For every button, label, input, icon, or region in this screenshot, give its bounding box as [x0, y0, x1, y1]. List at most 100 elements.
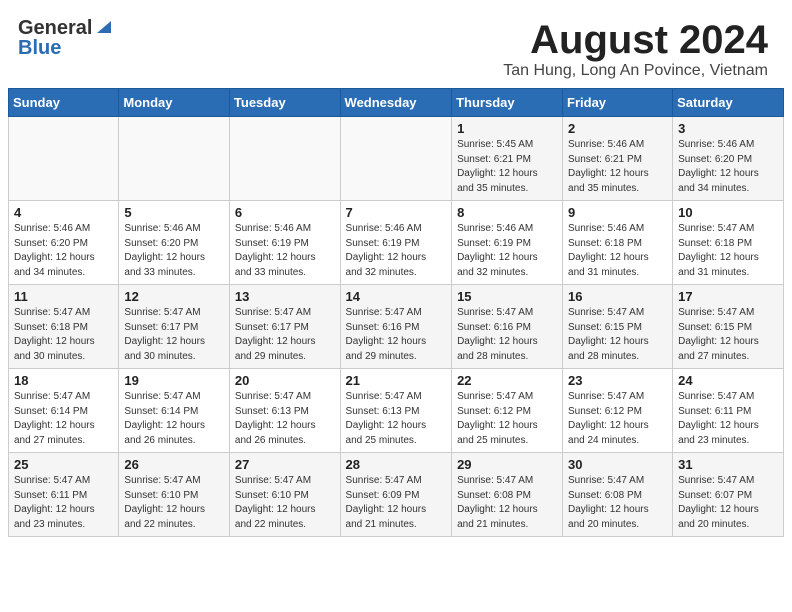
day-header-tuesday: Tuesday	[229, 89, 340, 117]
day-number: 8	[457, 205, 557, 220]
day-detail: Sunrise: 5:46 AM Sunset: 6:18 PM Dayligh…	[568, 222, 667, 280]
day-detail: Sunrise: 5:47 AM Sunset: 6:10 PM Dayligh…	[124, 474, 224, 532]
day-header-friday: Friday	[563, 89, 673, 117]
calendar-cell: 24 Sunrise: 5:47 AM Sunset: 6:11 PM Dayli…	[673, 369, 784, 453]
calendar-cell: 6 Sunrise: 5:46 AM Sunset: 6:19 PM Daylig…	[229, 201, 340, 285]
day-detail: Sunrise: 5:46 AM Sunset: 6:21 PM Dayligh…	[568, 138, 667, 196]
day-number: 10	[678, 205, 778, 220]
day-number: 6	[235, 205, 335, 220]
calendar-location: Tan Hung, Long An Povince, Vietnam	[503, 62, 768, 80]
day-detail: Sunrise: 5:47 AM Sunset: 6:09 PM Dayligh…	[346, 474, 447, 532]
calendar-cell: 3 Sunrise: 5:46 AM Sunset: 6:20 PM Daylig…	[673, 117, 784, 201]
calendar-cell: 25Sunrise: 5:47 AM Sunset: 6:11 PM Dayli…	[9, 453, 119, 537]
day-number: 5	[124, 205, 224, 220]
calendar-cell: 19Sunrise: 5:47 AM Sunset: 6:14 PM Dayli…	[119, 369, 230, 453]
calendar-cell: 7 Sunrise: 5:46 AM Sunset: 6:19 PM Daylig…	[340, 201, 452, 285]
calendar-cell: 12 Sunrise: 5:47 AM Sunset: 6:17 PM Dayli…	[119, 285, 230, 369]
day-number: 20	[235, 373, 335, 388]
day-number: 16	[568, 289, 667, 304]
day-number: 24	[678, 373, 778, 388]
day-header-wednesday: Wednesday	[340, 89, 452, 117]
day-number: 23	[568, 373, 667, 388]
day-number: 19	[124, 373, 224, 388]
day-detail: Sunrise: 5:47 AM Sunset: 6:08 PM Dayligh…	[568, 474, 667, 532]
calendar-header: SundayMondayTuesdayWednesdayThursdayFrid…	[9, 89, 784, 117]
day-number: 14	[346, 289, 447, 304]
day-detail: Sunrise: 5:47 AM Sunset: 6:17 PM Dayligh…	[124, 306, 224, 364]
calendar-week-row: 1 Sunrise: 5:45 AM Sunset: 6:21 PM Daylig…	[9, 117, 784, 201]
day-detail: Sunrise: 5:47 AM Sunset: 6:13 PM Dayligh…	[235, 390, 335, 448]
logo-blue-text: Blue	[18, 38, 61, 58]
day-detail: Sunrise: 5:45 AM Sunset: 6:21 PM Dayligh…	[457, 138, 557, 196]
day-detail: Sunrise: 5:46 AM Sunset: 6:19 PM Dayligh…	[235, 222, 335, 280]
day-number: 3	[678, 121, 778, 136]
day-number: 30	[568, 457, 667, 472]
day-detail: Sunrise: 5:47 AM Sunset: 6:16 PM Dayligh…	[457, 306, 557, 364]
day-detail: Sunrise: 5:47 AM Sunset: 6:14 PM Dayligh…	[14, 390, 113, 448]
page-header: General Blue August 2024 Tan Hung, Long …	[0, 0, 792, 88]
day-detail: Sunrise: 5:46 AM Sunset: 6:20 PM Dayligh…	[678, 138, 778, 196]
day-number: 28	[346, 457, 447, 472]
day-detail: Sunrise: 5:46 AM Sunset: 6:20 PM Dayligh…	[124, 222, 224, 280]
day-number: 18	[14, 373, 113, 388]
day-detail: Sunrise: 5:47 AM Sunset: 6:12 PM Dayligh…	[568, 390, 667, 448]
calendar-cell: 31Sunrise: 5:47 AM Sunset: 6:07 PM Dayli…	[673, 453, 784, 537]
calendar-table: SundayMondayTuesdayWednesdayThursdayFrid…	[8, 88, 784, 537]
day-detail: Sunrise: 5:47 AM Sunset: 6:08 PM Dayligh…	[457, 474, 557, 532]
day-number: 13	[235, 289, 335, 304]
calendar-cell: 17 Sunrise: 5:47 AM Sunset: 6:15 PM Dayli…	[673, 285, 784, 369]
day-detail: Sunrise: 5:47 AM Sunset: 6:13 PM Dayligh…	[346, 390, 447, 448]
logo-triangle-icon	[95, 17, 113, 35]
day-detail: Sunrise: 5:47 AM Sunset: 6:12 PM Dayligh…	[457, 390, 557, 448]
calendar-cell	[9, 117, 119, 201]
day-number: 7	[346, 205, 447, 220]
calendar-cell: 15Sunrise: 5:47 AM Sunset: 6:16 PM Dayli…	[452, 285, 563, 369]
day-header-monday: Monday	[119, 89, 230, 117]
day-detail: Sunrise: 5:47 AM Sunset: 6:10 PM Dayligh…	[235, 474, 335, 532]
day-number: 1	[457, 121, 557, 136]
calendar-cell: 30 Sunrise: 5:47 AM Sunset: 6:08 PM Dayli…	[563, 453, 673, 537]
calendar-week-row: 25Sunrise: 5:47 AM Sunset: 6:11 PM Dayli…	[9, 453, 784, 537]
day-number: 12	[124, 289, 224, 304]
calendar-title: August 2024	[503, 18, 768, 62]
day-number: 2	[568, 121, 667, 136]
logo: General Blue	[18, 18, 113, 58]
day-number: 17	[678, 289, 778, 304]
day-detail: Sunrise: 5:46 AM Sunset: 6:20 PM Dayligh…	[14, 222, 113, 280]
calendar-cell: 27 Sunrise: 5:47 AM Sunset: 6:10 PM Dayli…	[229, 453, 340, 537]
logo-general-text: General	[18, 18, 92, 38]
day-header-sunday: Sunday	[9, 89, 119, 117]
day-header-row: SundayMondayTuesdayWednesdayThursdayFrid…	[9, 89, 784, 117]
day-number: 27	[235, 457, 335, 472]
calendar-cell: 5 Sunrise: 5:46 AM Sunset: 6:20 PM Daylig…	[119, 201, 230, 285]
day-header-saturday: Saturday	[673, 89, 784, 117]
calendar-cell: 4 Sunrise: 5:46 AM Sunset: 6:20 PM Daylig…	[9, 201, 119, 285]
calendar-week-row: 4 Sunrise: 5:46 AM Sunset: 6:20 PM Daylig…	[9, 201, 784, 285]
calendar-cell: 14Sunrise: 5:47 AM Sunset: 6:16 PM Dayli…	[340, 285, 452, 369]
title-block: August 2024 Tan Hung, Long An Povince, V…	[503, 18, 768, 80]
calendar-cell: 13Sunrise: 5:47 AM Sunset: 6:17 PM Dayli…	[229, 285, 340, 369]
calendar-cell: 22 Sunrise: 5:47 AM Sunset: 6:12 PM Dayli…	[452, 369, 563, 453]
day-detail: Sunrise: 5:46 AM Sunset: 6:19 PM Dayligh…	[346, 222, 447, 280]
day-detail: Sunrise: 5:47 AM Sunset: 6:15 PM Dayligh…	[568, 306, 667, 364]
day-detail: Sunrise: 5:47 AM Sunset: 6:11 PM Dayligh…	[678, 390, 778, 448]
day-number: 4	[14, 205, 113, 220]
day-number: 26	[124, 457, 224, 472]
day-number: 11	[14, 289, 113, 304]
day-detail: Sunrise: 5:47 AM Sunset: 6:15 PM Dayligh…	[678, 306, 778, 364]
calendar-week-row: 11Sunrise: 5:47 AM Sunset: 6:18 PM Dayli…	[9, 285, 784, 369]
calendar-cell: 26 Sunrise: 5:47 AM Sunset: 6:10 PM Dayli…	[119, 453, 230, 537]
day-number: 22	[457, 373, 557, 388]
calendar-cell: 20 Sunrise: 5:47 AM Sunset: 6:13 PM Dayli…	[229, 369, 340, 453]
day-number: 9	[568, 205, 667, 220]
day-number: 31	[678, 457, 778, 472]
day-detail: Sunrise: 5:46 AM Sunset: 6:19 PM Dayligh…	[457, 222, 557, 280]
day-number: 21	[346, 373, 447, 388]
day-number: 29	[457, 457, 557, 472]
calendar-cell: 11Sunrise: 5:47 AM Sunset: 6:18 PM Dayli…	[9, 285, 119, 369]
calendar-cell: 2 Sunrise: 5:46 AM Sunset: 6:21 PM Daylig…	[563, 117, 673, 201]
calendar-wrapper: SundayMondayTuesdayWednesdayThursdayFrid…	[0, 88, 792, 545]
calendar-week-row: 18 Sunrise: 5:47 AM Sunset: 6:14 PM Dayli…	[9, 369, 784, 453]
calendar-cell: 23 Sunrise: 5:47 AM Sunset: 6:12 PM Dayli…	[563, 369, 673, 453]
calendar-body: 1 Sunrise: 5:45 AM Sunset: 6:21 PM Daylig…	[9, 117, 784, 537]
